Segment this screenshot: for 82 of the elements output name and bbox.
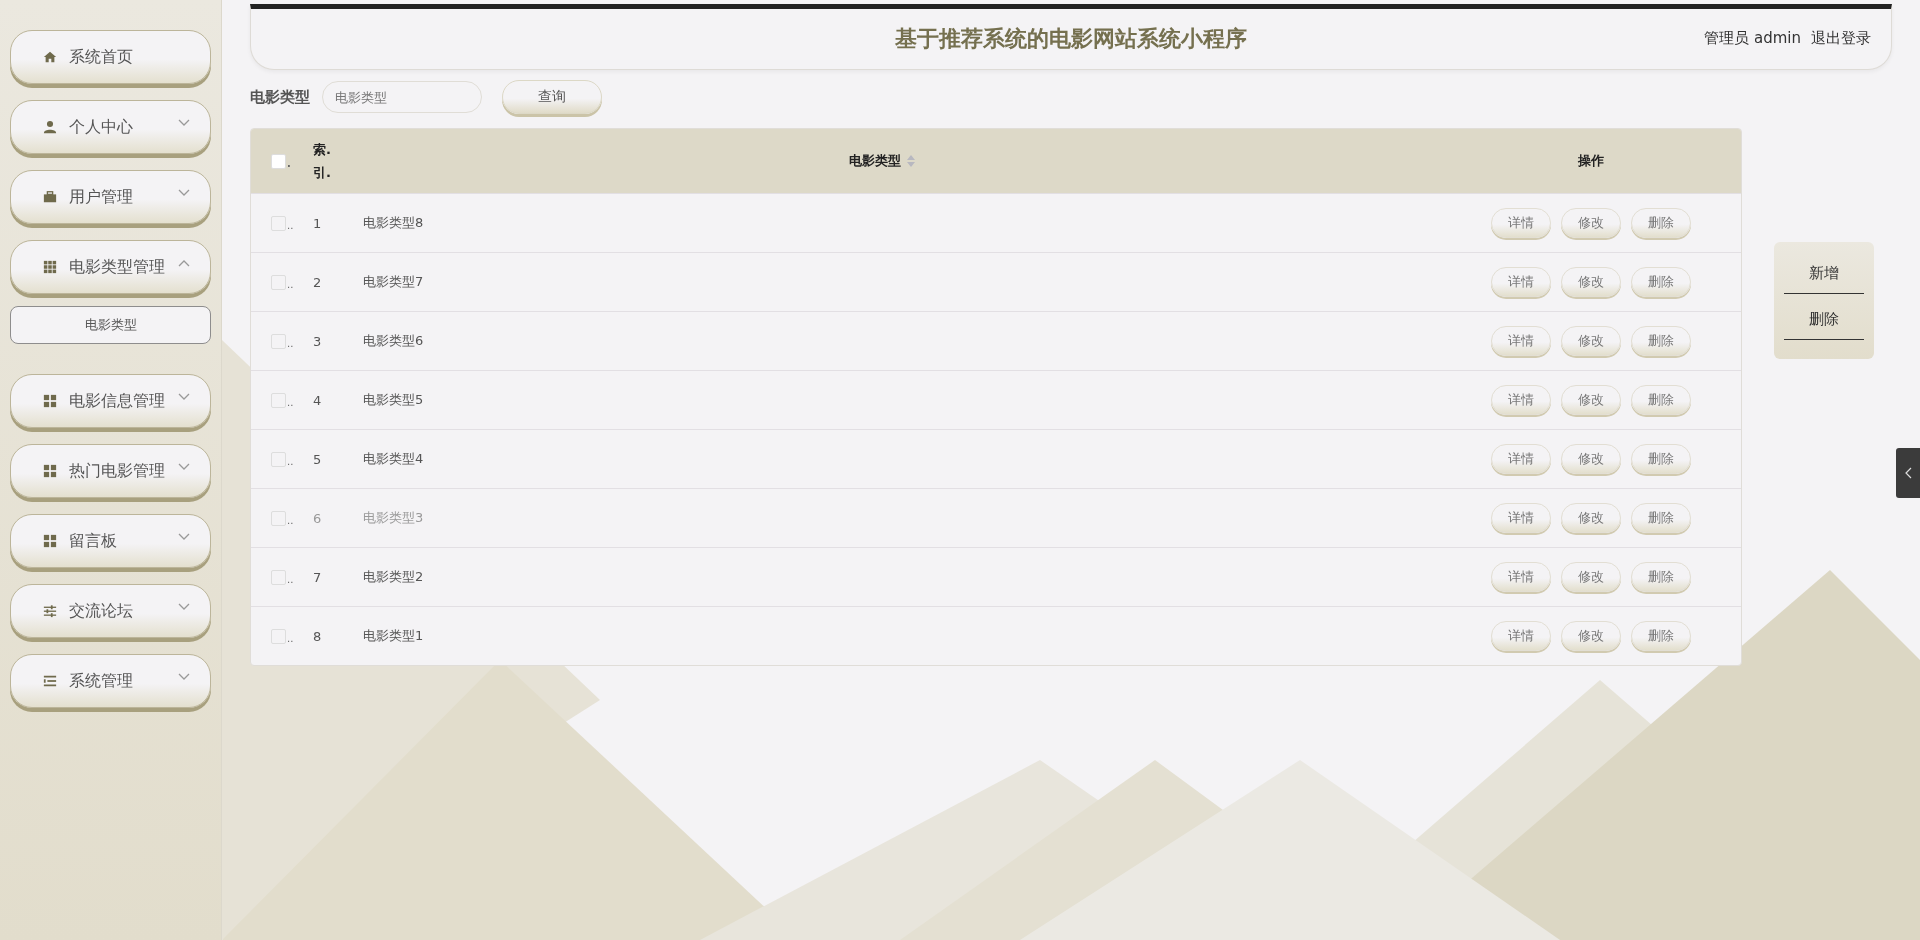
column-heading: . (287, 158, 291, 169)
grid-icon (43, 534, 57, 548)
briefcase-icon (43, 190, 57, 204)
action-button[interactable]: 修改 (1561, 326, 1621, 356)
action-button[interactable]: 详情 (1491, 208, 1551, 238)
type-cell-text: 电影类型8 (363, 214, 425, 232)
action-button[interactable]: 详情 (1491, 385, 1551, 415)
cell-text: .. (287, 338, 294, 349)
cell-text: .. (287, 515, 294, 526)
sort-icon[interactable] (907, 155, 915, 167)
action-button[interactable]: 修改 (1561, 562, 1621, 592)
index-cell-text: 3 (313, 333, 323, 349)
column-heading: 索.引. (313, 140, 332, 182)
sliders-icon (43, 604, 57, 618)
index-cell-text: 1 (313, 215, 323, 231)
type-cell-text: 电影类型3 (363, 509, 425, 527)
search-label: 电影类型 (250, 87, 310, 107)
checkbox[interactable] (271, 153, 286, 169)
action-button[interactable]: 详情 (1491, 267, 1551, 297)
logout-link[interactable]: 退出登录 (1811, 29, 1871, 48)
action-button[interactable]: 删除 (1631, 562, 1691, 592)
action-button[interactable]: 修改 (1561, 444, 1621, 474)
action-button[interactable]: 删除 (1631, 621, 1691, 651)
list-icon (43, 674, 57, 688)
home-icon (43, 50, 57, 64)
collapse-tab[interactable] (1896, 448, 1920, 498)
type-cell-text: 电影类型1 (363, 627, 425, 645)
action-button[interactable]: 删除 (1631, 503, 1691, 533)
search-field[interactable]: 电影类型 (322, 81, 482, 113)
index-cell-text: 8 (313, 628, 323, 644)
action-button[interactable]: 详情 (1491, 621, 1551, 651)
checkbox[interactable] (271, 510, 286, 526)
checkbox[interactable] (271, 215, 286, 231)
index-cell-text: 2 (313, 274, 323, 290)
grid-icon (43, 394, 57, 408)
cell-text: .. (287, 633, 294, 644)
user-icon (43, 120, 57, 134)
index-cell-text: 4 (313, 392, 323, 408)
checkbox[interactable] (271, 333, 286, 349)
action-button[interactable]: 删除 (1631, 326, 1691, 356)
action-button[interactable]: 删除 (1631, 208, 1691, 238)
action-button[interactable]: 修改 (1561, 267, 1621, 297)
action-button[interactable]: 删除 (1631, 444, 1691, 474)
cell-text: .. (287, 574, 294, 585)
action-button[interactable]: 删除 (1631, 385, 1691, 415)
checkbox[interactable] (271, 392, 286, 408)
action-button[interactable]: 修改 (1561, 385, 1621, 415)
action-button[interactable]: 修改 (1561, 503, 1621, 533)
checkbox[interactable] (271, 274, 286, 290)
type-cell-text: 电影类型6 (363, 332, 425, 350)
user-label: 管理员 admin (1704, 29, 1801, 48)
action-button[interactable]: 详情 (1491, 503, 1551, 533)
checkbox[interactable] (271, 569, 286, 585)
action-button[interactable]: 修改 (1561, 208, 1621, 238)
cell-text: .. (287, 397, 294, 408)
type-cell-text: 电影类型2 (363, 568, 425, 586)
column-heading: 操作 (1578, 152, 1604, 170)
panel-button[interactable]: 新增 (1784, 254, 1864, 294)
index-cell-text: 5 (313, 451, 323, 467)
checkbox[interactable] (271, 451, 286, 467)
panel-button[interactable]: 删除 (1784, 300, 1864, 340)
grid-icon (43, 464, 57, 478)
page-title: 基于推荐系统的电影网站系统小程序 (895, 25, 1247, 53)
cell-text: .. (287, 456, 294, 467)
index-cell-text: 7 (313, 569, 323, 585)
column-heading: 电影类型 (849, 152, 901, 170)
chevron-left-icon (1904, 467, 1912, 479)
action-button[interactable]: 删除 (1631, 267, 1691, 297)
action-button[interactable]: 修改 (1561, 621, 1621, 651)
action-button[interactable]: 详情 (1491, 444, 1551, 474)
type-cell-text: 电影类型4 (363, 450, 425, 468)
type-cell-text: 电影类型5 (363, 391, 425, 409)
sidebar-subitem[interactable]: 电影类型 (10, 306, 211, 344)
cell-text: .. (287, 279, 294, 290)
cell-text: .. (287, 220, 294, 231)
index-cell-text: 6 (313, 510, 323, 526)
action-button[interactable]: 详情 (1491, 562, 1551, 592)
checkbox[interactable] (271, 628, 286, 644)
grid-icon (43, 260, 57, 274)
action-button[interactable]: 详情 (1491, 326, 1551, 356)
type-cell-text: 电影类型7 (363, 273, 425, 291)
query-button[interactable]: 查询 (502, 80, 602, 114)
